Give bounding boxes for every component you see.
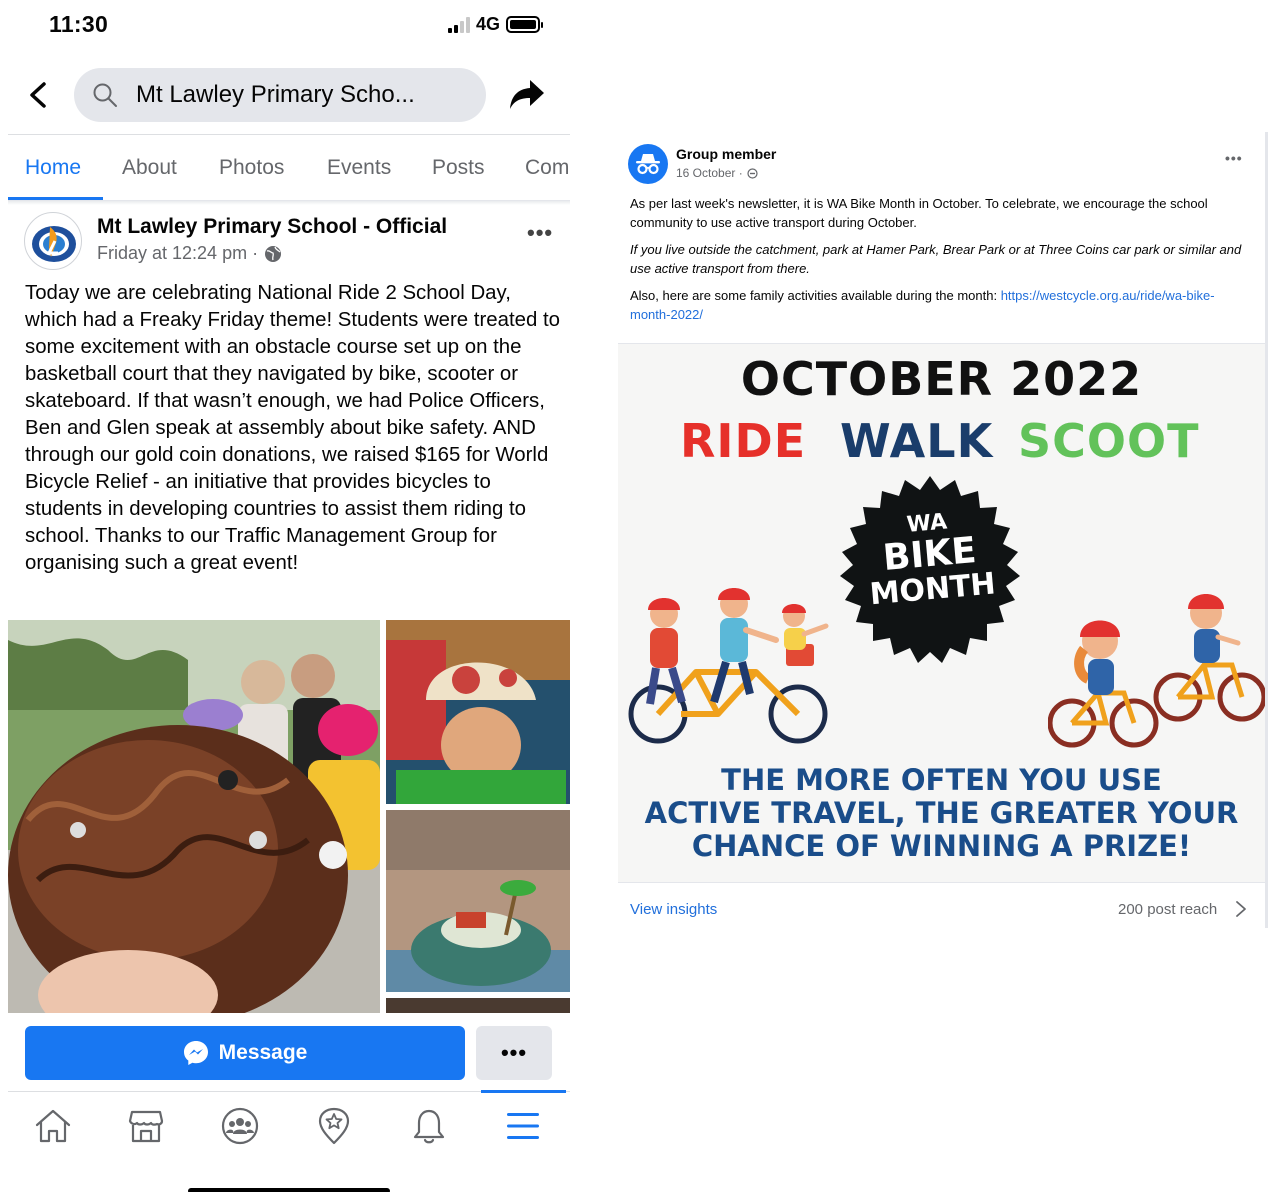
anonymous-member-icon xyxy=(628,144,668,184)
post-photo-grid[interactable] xyxy=(8,620,570,1013)
flyer-ride: RIDE xyxy=(680,414,807,468)
nav-marketplace[interactable] xyxy=(126,1106,166,1146)
flyer-scoot: SCOOT xyxy=(1018,414,1200,468)
photo-more[interactable] xyxy=(386,998,570,1013)
tab-photos[interactable]: Photos xyxy=(219,156,284,180)
top-bar: Mt Lawley Primary Scho... xyxy=(0,66,578,126)
phone-screen: 11:30 4G Mt Lawley Primary Scho... Home … xyxy=(0,0,578,1192)
network-type: 4G xyxy=(476,14,501,34)
more-options-button[interactable]: ••• xyxy=(476,1026,552,1080)
page-avatar[interactable] xyxy=(24,212,82,270)
messenger-icon xyxy=(183,1041,208,1065)
group-post-header: Group member 16 October · ••• xyxy=(618,132,1268,192)
group-post-author[interactable]: Group member xyxy=(676,146,776,162)
flyer-walk: WALK xyxy=(840,414,994,468)
photo-mushroom-helmet[interactable] xyxy=(386,620,570,804)
nav-notifications[interactable] xyxy=(409,1106,449,1146)
view-insights-link[interactable]: View insights xyxy=(630,901,717,918)
nav-home[interactable] xyxy=(33,1106,73,1146)
slogan-line: ACTIVE TRAVEL, THE GREATER YOUR xyxy=(644,796,1239,830)
share-arrow-icon[interactable] xyxy=(508,78,546,112)
flyer-title: OCTOBER 2022 xyxy=(740,352,1143,406)
group-post-paragraph: As per last week's newsletter, it is WA … xyxy=(630,196,1208,230)
slogan-line: CHANCE OF WINNING A PRIZE! xyxy=(691,829,1192,863)
post-timestamp[interactable]: Friday at 12:24 pm · xyxy=(97,243,258,264)
post-author[interactable]: Mt Lawley Primary School - Official xyxy=(97,215,447,239)
badge-text: WA BIKE MONTH xyxy=(828,504,1031,615)
tab-about[interactable]: About xyxy=(122,156,177,180)
post-text: Today we are celebrating National Ride 2… xyxy=(25,282,560,574)
group-post-meta: 16 October · xyxy=(676,166,758,180)
nav-pages[interactable] xyxy=(314,1106,354,1146)
photo-decorated-helmet[interactable] xyxy=(386,810,570,992)
message-button[interactable]: Message xyxy=(25,1026,465,1080)
status-bar: 11:30 4G xyxy=(0,0,578,50)
signal-icon xyxy=(448,16,470,33)
tab-home[interactable]: Home xyxy=(25,156,81,180)
nav-groups[interactable] xyxy=(220,1106,260,1146)
group-post-options-icon[interactable]: ••• xyxy=(1225,150,1243,166)
slogan-line: THE MORE OFTEN YOU USE xyxy=(721,763,1162,797)
group-post-paragraph: If you live outside the catchment, park … xyxy=(630,242,1242,276)
group-post-body: As per last week's newsletter, it is WA … xyxy=(630,194,1245,332)
post-options-icon[interactable]: ••• xyxy=(527,220,553,246)
kids-on-bikes-illustration xyxy=(1048,594,1265,748)
search-input[interactable]: Mt Lawley Primary Scho... xyxy=(136,81,415,109)
chevron-right-icon[interactable] xyxy=(1235,900,1247,918)
tab-shadow xyxy=(8,201,570,205)
active-tab-indicator xyxy=(8,197,103,200)
school-logo-icon xyxy=(32,226,76,262)
group-post-paragraph: Also, here are some family activities av… xyxy=(630,286,1245,324)
menu-icon xyxy=(507,1113,539,1139)
groups-icon xyxy=(221,1107,259,1145)
group-post-footer: View insights 200 post reach xyxy=(618,884,1268,928)
tab-posts[interactable]: Posts xyxy=(432,156,485,180)
search-bar[interactable]: Mt Lawley Primary Scho... xyxy=(74,68,486,122)
nav-menu[interactable] xyxy=(503,1106,543,1146)
pages-icon xyxy=(318,1107,350,1145)
home-indicator xyxy=(188,1188,390,1192)
back-arrow-icon[interactable] xyxy=(26,80,52,110)
photo-crazy-hair-student[interactable] xyxy=(8,620,380,1013)
tab-community[interactable]: Com xyxy=(525,156,569,180)
message-label: Message xyxy=(218,1041,308,1064)
page-tabs: Home About Photos Events Posts Com xyxy=(8,135,570,201)
active-nav-indicator xyxy=(481,1090,566,1093)
post-header: Mt Lawley Primary School - Official Frid… xyxy=(8,210,570,270)
search-icon xyxy=(93,83,117,107)
action-row: Message ••• xyxy=(0,1013,578,1091)
status-time: 11:30 xyxy=(49,11,109,37)
status-indicators: 4G xyxy=(448,14,544,35)
bottom-nav xyxy=(8,1090,570,1161)
flyer-word-row: RIDE WALK SCOOT xyxy=(618,414,1265,474)
bike-month-flyer[interactable]: OCTOBER 2022 RIDE WALK SCOOT WA BIKE MON… xyxy=(618,343,1265,883)
flyer-slogan: THE MORE OFTEN YOU USE ACTIVE TRAVEL, TH… xyxy=(618,764,1265,863)
battery-icon xyxy=(506,16,544,33)
post-reach[interactable]: 200 post reach xyxy=(1118,901,1217,918)
tab-events[interactable]: Events xyxy=(327,156,391,180)
notifications-icon xyxy=(413,1109,445,1144)
group-post-card: Group member 16 October · ••• As per las… xyxy=(618,132,1268,928)
privacy-icon xyxy=(747,167,758,179)
home-icon xyxy=(35,1109,71,1143)
link-prefix: Also, here are some family activities av… xyxy=(630,288,1001,303)
tandem-bike-family-illustration xyxy=(628,588,829,744)
marketplace-icon xyxy=(128,1110,164,1143)
globe-icon xyxy=(265,245,282,262)
group-post-date[interactable]: 16 October · xyxy=(676,166,743,180)
post-meta: Friday at 12:24 pm · xyxy=(97,243,282,264)
